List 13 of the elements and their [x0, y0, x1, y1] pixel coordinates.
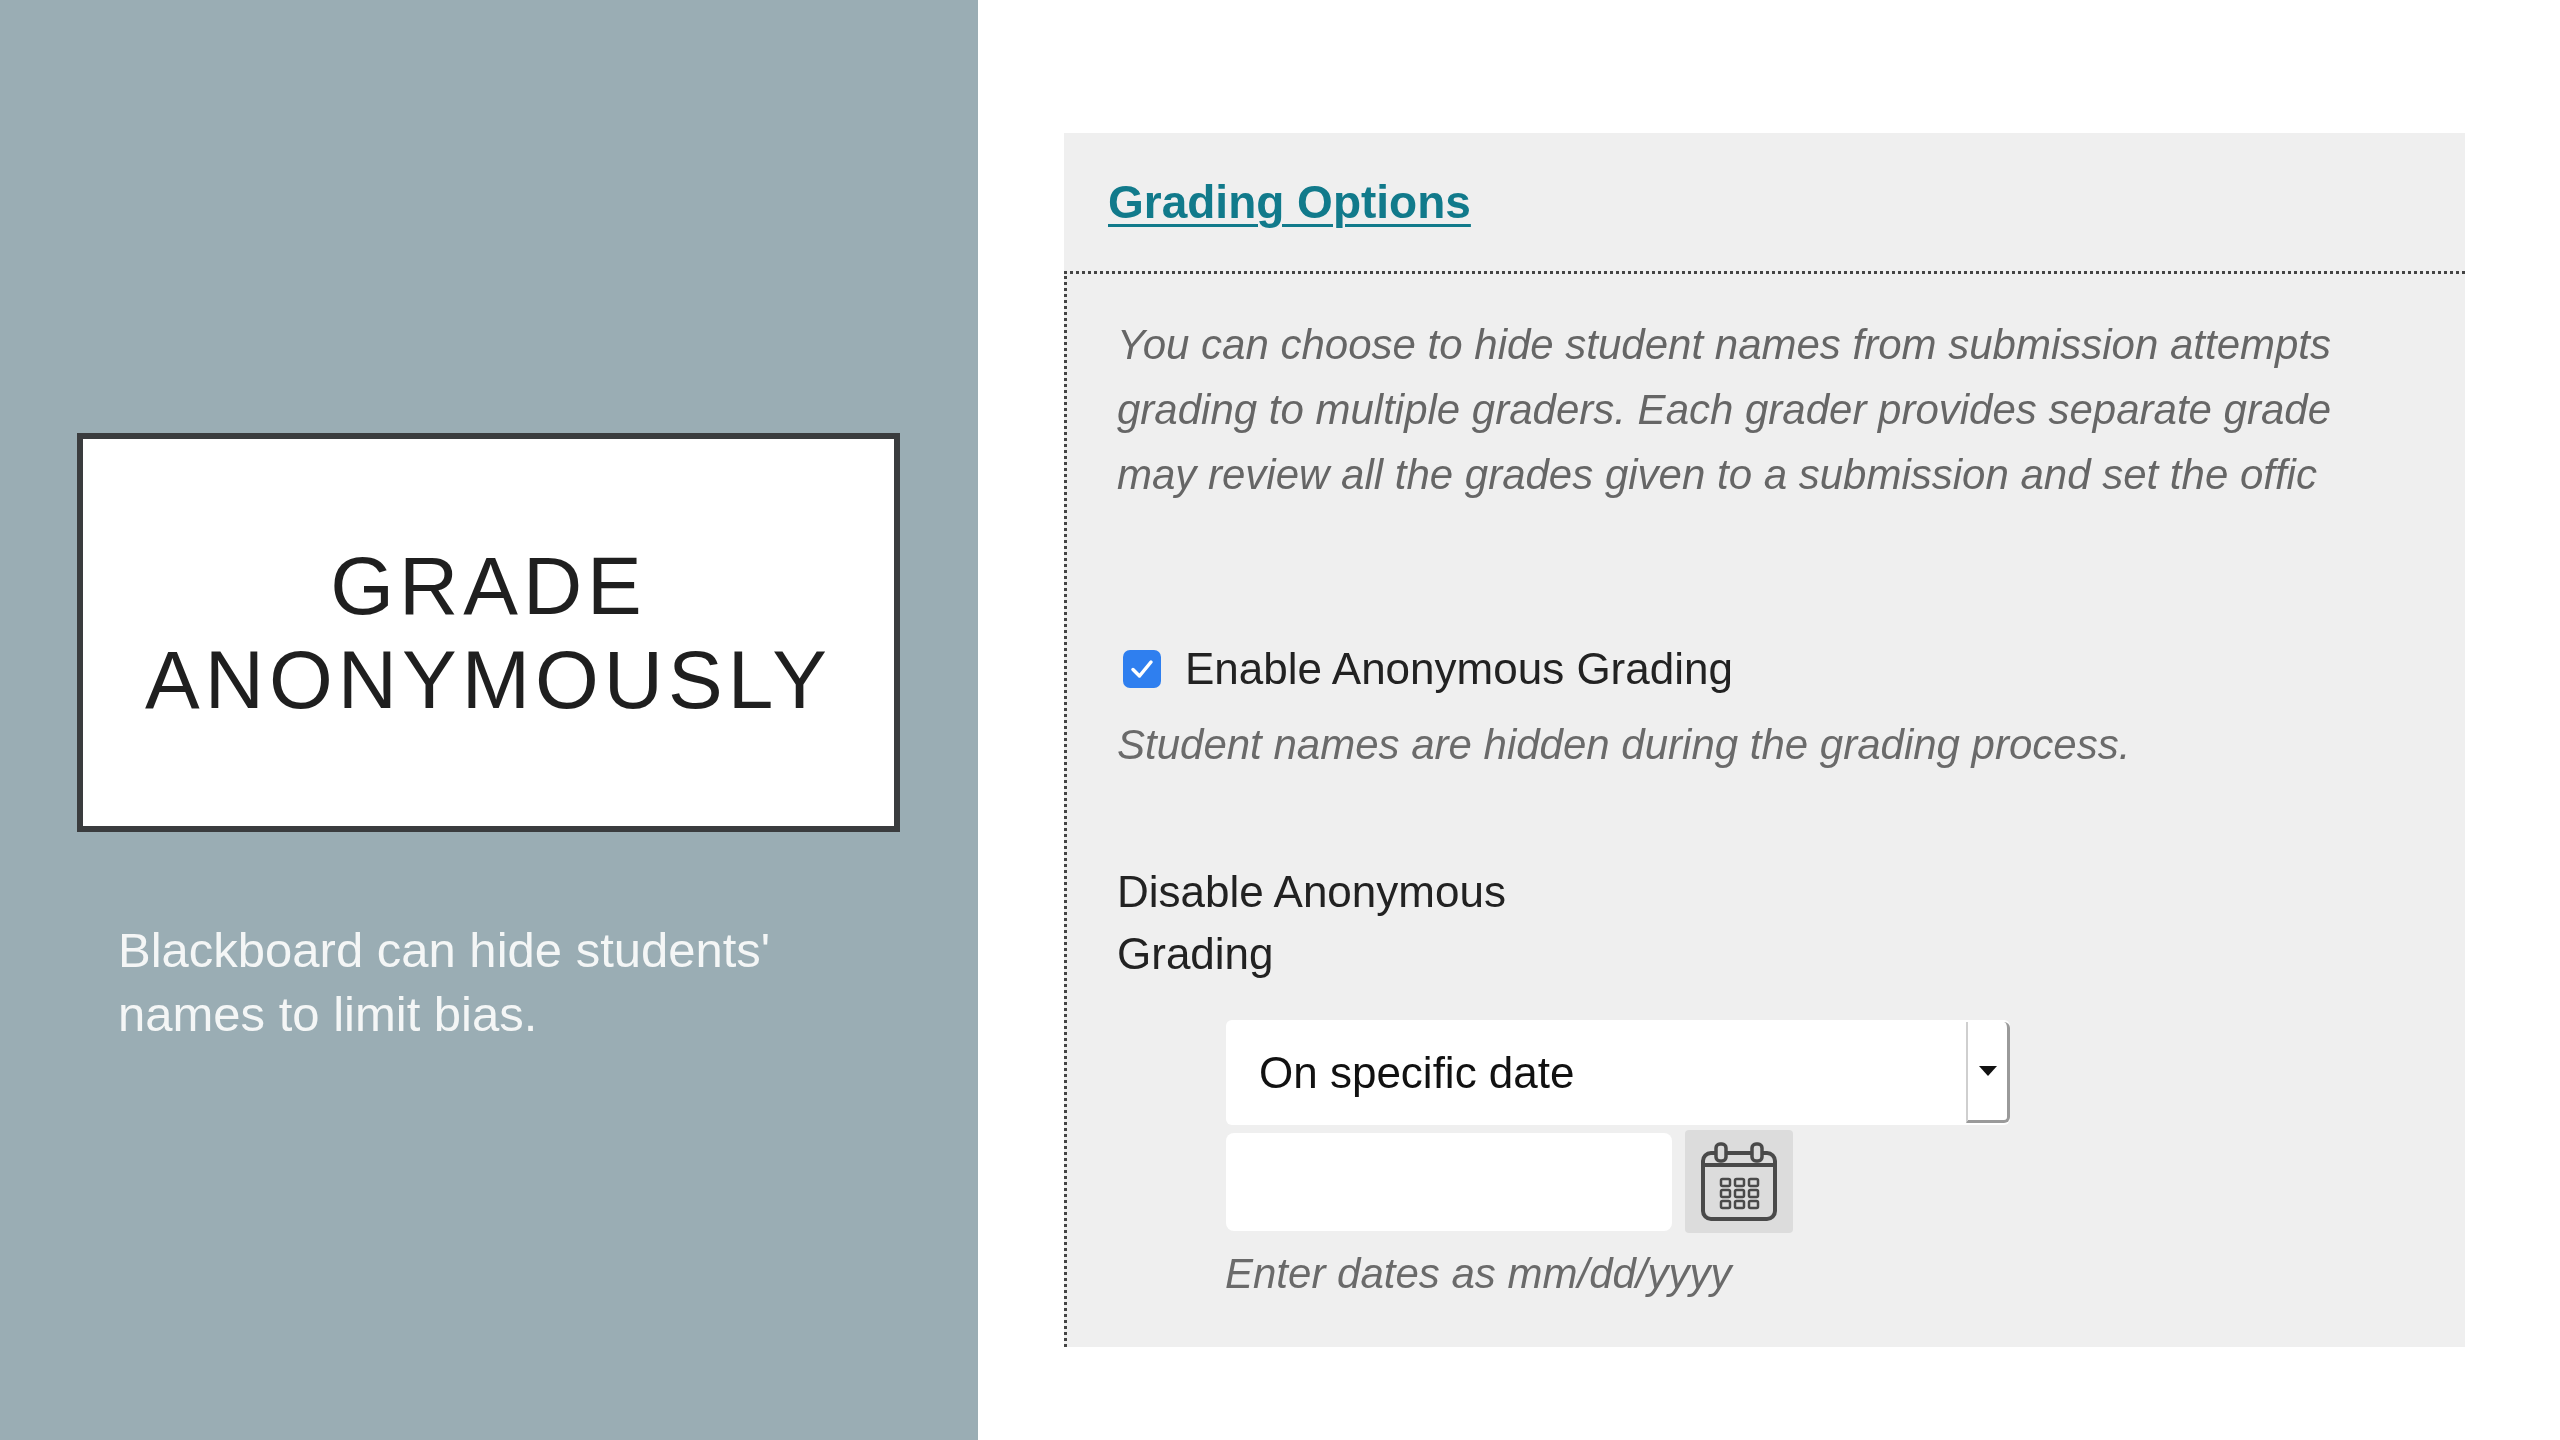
checkbox[interactable] [1123, 650, 1161, 688]
calendar-button[interactable] [1685, 1130, 1793, 1233]
dropdown-select[interactable]: On specific date [1226, 1020, 2010, 1125]
slide-title: GRADE ANONYMOUSLY [144, 538, 833, 727]
slide-caption: Blackboard can hide students' names to limit bias. [118, 922, 772, 1043]
caret-icon [1978, 1066, 1997, 1076]
section-heading-link[interactable]: Grading Options [1108, 175, 1471, 229]
calendar-icon [1698, 1140, 1780, 1223]
checkbox-hint: Student names are hidden during the grading process. [1117, 720, 2131, 770]
field-label: Disable Anonymous Grading [1117, 866, 1507, 980]
date-format-hint: Enter dates as mm/dd/yyyy [1225, 1249, 1732, 1299]
description-text: You can choose to hide student names from submission attempts grading to multiple graders. Each grader provides separate grade may review all the grades given to a submission and set the offic [1117, 320, 2332, 500]
checkbox-label[interactable]: Enable Anonymous Grading [1185, 639, 1733, 699]
